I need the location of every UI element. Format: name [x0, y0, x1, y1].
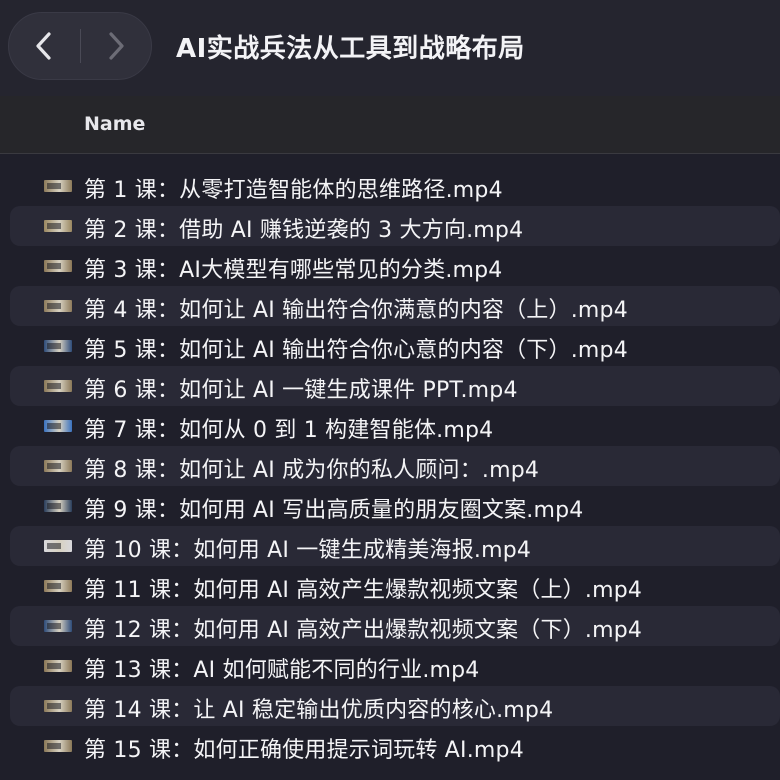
column-header-row: Name	[0, 96, 780, 154]
film-icon	[44, 220, 72, 232]
file-row[interactable]: 第 10 课：如何用 AI 一键生成精美海报.mp4	[0, 526, 780, 566]
title-bar: AI实战兵法从工具到战略布局	[0, 0, 780, 96]
film-icon	[44, 580, 72, 592]
file-name: 第 9 课：如何用 AI 写出高质量的朋友圈文案.mp4	[84, 498, 584, 523]
file-name: 第 15 课：如何正确使用提示词玩转 AI.mp4	[84, 738, 524, 763]
file-row[interactable]: 第 12 课：如何用 AI 高效产出爆款视频文案（下）.mp4	[0, 606, 780, 646]
file-name: 第 7 课：如何从 0 到 1 构建智能体.mp4	[84, 418, 494, 443]
file-name: 第 8 课：如何让 AI 成为你的私人顾问：.mp4	[84, 458, 540, 483]
film-icon	[44, 420, 72, 432]
file-name: 第 2 课：借助 AI 赚钱逆袭的 3 大方向.mp4	[84, 218, 524, 243]
file-row[interactable]: 第 14 课：让 AI 稳定输出优质内容的核心.mp4	[0, 686, 780, 726]
back-button[interactable]	[9, 13, 79, 79]
film-icon	[44, 700, 72, 712]
film-icon	[44, 660, 72, 672]
file-list: 第 1 课：从零打造智能体的思维路径.mp4 第 2 课：借助 AI 赚钱逆袭的 …	[0, 166, 780, 766]
file-name: 第 1 课：从零打造智能体的思维路径.mp4	[84, 178, 503, 203]
film-icon	[44, 620, 72, 632]
file-row[interactable]: 第 1 课：从零打造智能体的思维路径.mp4	[0, 166, 780, 206]
chevron-right-icon	[109, 32, 124, 60]
file-name: 第 12 课：如何用 AI 高效产出爆款视频文案（下）.mp4	[84, 618, 643, 643]
film-icon	[44, 500, 72, 512]
window-title: AI实战兵法从工具到战略布局	[176, 34, 525, 64]
file-name: 第 4 课：如何让 AI 输出符合你满意的内容（上）.mp4	[84, 298, 628, 323]
file-name: 第 14 课：让 AI 稳定输出优质内容的核心.mp4	[84, 698, 554, 723]
file-name: 第 6 课：如何让 AI 一键生成课件 PPT.mp4	[84, 378, 518, 403]
film-icon	[44, 300, 72, 312]
file-row[interactable]: 第 3 课：AI大模型有哪些常见的分类.mp4	[0, 246, 780, 286]
file-row[interactable]: 第 8 课：如何让 AI 成为你的私人顾问：.mp4	[0, 446, 780, 486]
file-row[interactable]: 第 15 课：如何正确使用提示词玩转 AI.mp4	[0, 726, 780, 766]
forward-button[interactable]	[81, 13, 151, 79]
film-icon	[44, 260, 72, 272]
navigation-buttons	[8, 12, 152, 80]
file-name: 第 3 课：AI大模型有哪些常见的分类.mp4	[84, 258, 503, 283]
file-name: 第 5 课：如何让 AI 输出符合你心意的内容（下）.mp4	[84, 338, 628, 363]
file-row[interactable]: 第 2 课：借助 AI 赚钱逆袭的 3 大方向.mp4	[0, 206, 780, 246]
finder-window: AI实战兵法从工具到战略布局 Name 第 1 课：从零打造智能体的思维路径.m…	[0, 0, 780, 780]
film-icon	[44, 340, 72, 352]
film-icon	[44, 180, 72, 192]
file-name: 第 11 课：如何用 AI 高效产生爆款视频文案（上）.mp4	[84, 578, 643, 603]
file-row[interactable]: 第 13 课：AI 如何赋能不同的行业.mp4	[0, 646, 780, 686]
chevron-left-icon	[36, 32, 51, 60]
file-row[interactable]: 第 6 课：如何让 AI 一键生成课件 PPT.mp4	[0, 366, 780, 406]
file-row[interactable]: 第 11 课：如何用 AI 高效产生爆款视频文案（上）.mp4	[0, 566, 780, 606]
file-row[interactable]: 第 4 课：如何让 AI 输出符合你满意的内容（上）.mp4	[0, 286, 780, 326]
column-header-name[interactable]: Name	[84, 113, 145, 135]
file-row[interactable]: 第 7 课：如何从 0 到 1 构建智能体.mp4	[0, 406, 780, 446]
file-row[interactable]: 第 5 课：如何让 AI 输出符合你心意的内容（下）.mp4	[0, 326, 780, 366]
file-row[interactable]: 第 9 课：如何用 AI 写出高质量的朋友圈文案.mp4	[0, 486, 780, 526]
film-icon	[44, 740, 72, 752]
file-name: 第 10 课：如何用 AI 一键生成精美海报.mp4	[84, 538, 532, 563]
film-icon	[44, 380, 72, 392]
film-icon	[44, 540, 72, 552]
file-name: 第 13 课：AI 如何赋能不同的行业.mp4	[84, 658, 480, 683]
film-icon	[44, 460, 72, 472]
